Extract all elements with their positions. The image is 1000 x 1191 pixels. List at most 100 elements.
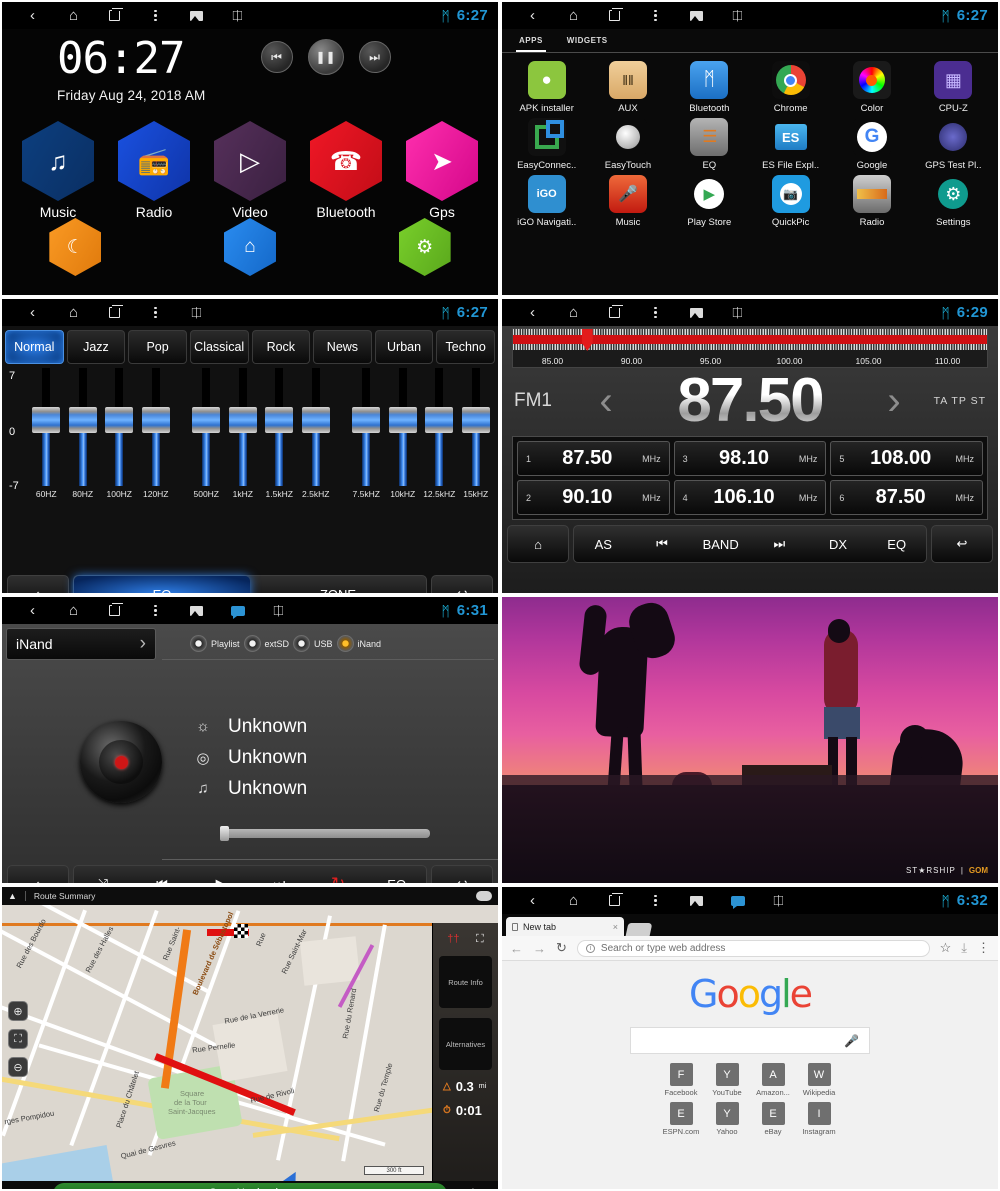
app-item-music[interactable]: 🎤 Music [587, 175, 668, 228]
eq-slider-120hz[interactable]: 120HZ [138, 368, 175, 499]
eq-preset-techno[interactable]: Techno [436, 330, 495, 364]
app-item-eq[interactable]: ☰ EQ [669, 118, 750, 171]
home-icon[interactable]: ⌂ [53, 603, 94, 618]
recents-icon[interactable] [94, 8, 135, 21]
app-item-chrome[interactable]: Chrome [750, 61, 831, 114]
home-icon[interactable]: ⌂ [553, 305, 594, 320]
sms-icon[interactable] [217, 605, 258, 619]
alternatives-button[interactable]: Alternatives [439, 1018, 492, 1070]
back-icon[interactable]: ‹ [512, 305, 553, 320]
seek-up-button[interactable]: ⏭ [750, 526, 809, 562]
app-item-aux[interactable]: ‖‖ AUX [587, 61, 668, 114]
address-bar[interactable]: i Search or type web address [576, 939, 930, 957]
recents-icon[interactable] [594, 8, 635, 21]
app-item-apk-installer[interactable]: ● APK installer [506, 61, 587, 114]
tune-down-button[interactable]: ‹ [586, 381, 626, 421]
band-button[interactable]: BAND [691, 526, 750, 562]
shortcut-video[interactable]: ▷ Video [210, 121, 290, 220]
source-option-inand[interactable]: iNand [336, 635, 381, 652]
start-navigation-button[interactable]: Start Navigation [53, 1183, 447, 1189]
shortcut-facebook[interactable]: F Facebook [658, 1063, 704, 1097]
seek-down-button[interactable]: ⏮ [633, 526, 692, 562]
eq-preset-urban[interactable]: Urban [374, 330, 434, 364]
home-icon[interactable]: ⌂ [53, 305, 94, 320]
shortcut-ebay[interactable]: EeBay [750, 1102, 796, 1136]
home-icon[interactable]: ⌂ [553, 893, 594, 908]
progress-handle[interactable] [220, 826, 229, 841]
shortcut-wikipedia[interactable]: W Wikipedia [796, 1063, 842, 1097]
sms-icon[interactable] [717, 895, 758, 909]
shortcut-espn[interactable]: E ESPN.com [658, 1102, 704, 1136]
image-icon[interactable] [676, 307, 717, 318]
image-icon[interactable] [176, 10, 217, 21]
preset-6[interactable]: 6 87.50 MHz [830, 480, 983, 515]
menu-icon[interactable]: ⋮ [977, 940, 990, 956]
source-selector[interactable]: iNand › [6, 628, 156, 660]
back-icon[interactable]: ‹ [512, 893, 553, 908]
app-item-play-store[interactable]: ▶ Play Store [669, 175, 750, 228]
back-icon[interactable]: ‹ [12, 305, 53, 320]
zone-tab-button[interactable]: ZONE [250, 576, 426, 594]
image-icon[interactable] [176, 605, 217, 616]
eq-slider-10khz[interactable]: 10kHZ [385, 368, 422, 499]
overflow-icon[interactable] [635, 9, 676, 22]
browser-tab[interactable]: New tab × [506, 917, 624, 936]
eq-button[interactable]: EQ [867, 526, 926, 562]
shortcut-bluetooth[interactable]: ☎ Bluetooth [306, 121, 386, 220]
autoscan-button[interactable]: AS [574, 526, 633, 562]
radio-tuner-scale[interactable]: 85.00 90.00 95.00 100.00 105.00 110.00 [512, 328, 988, 368]
forward-icon[interactable]: → [533, 941, 546, 956]
shortcut-youtube[interactable]: Y YouTube [704, 1063, 750, 1097]
zoom-out-button[interactable]: ⊖ [8, 1057, 28, 1077]
shuffle-button[interactable]: ⤨ [74, 866, 133, 883]
search-box[interactable]: 🎤 [630, 1027, 870, 1054]
home-icon[interactable]: ⌂ [53, 8, 94, 23]
home-button[interactable]: ⌂ [7, 865, 69, 883]
back-icon[interactable]: ‹ [12, 603, 53, 618]
app-item-radio[interactable]: Radio [831, 175, 912, 228]
eq-slider-500hz[interactable]: 500HZ [188, 368, 225, 499]
eq-slider-1-5khz[interactable]: 1.5kHZ [261, 368, 298, 499]
home-button[interactable]: ⌂ [507, 525, 569, 563]
home-icon[interactable]: ⌂ [223, 218, 276, 276]
shortcut-amazon[interactable]: A Amazon... [750, 1063, 796, 1097]
overflow-icon[interactable] [635, 306, 676, 319]
app-item-google[interactable]: G Google [831, 118, 912, 171]
speech-bubble-icon[interactable] [476, 891, 492, 901]
app-item-bluetooth[interactable]: ᛗ Bluetooth [669, 61, 750, 114]
eq-slider-80hz[interactable]: 80HZ [65, 368, 102, 499]
recenter-button[interactable]: ⛶ [8, 1029, 28, 1049]
download-icon[interactable]: ⤓ [961, 940, 967, 956]
next-track-button[interactable]: ⏭ [358, 41, 391, 73]
recents-icon[interactable] [594, 305, 635, 318]
image-icon[interactable] [676, 895, 717, 906]
eq-slider-1khz[interactable]: 1kHZ [225, 368, 262, 499]
eq-button[interactable]: EQ [367, 866, 426, 884]
play-pause-button[interactable]: ❚❚ [307, 39, 344, 75]
app-item-settings[interactable]: ⚙ Settings [913, 175, 994, 228]
panel-video-playback[interactable]: ST★RSHIP | GOM [500, 595, 1000, 885]
bookmark-icon[interactable]: ☆ [940, 940, 952, 956]
overflow-icon[interactable] [135, 306, 176, 319]
source-option-playlist[interactable]: Playlist [190, 635, 240, 652]
recents-icon[interactable] [94, 305, 135, 318]
shortcut-gps[interactable]: ➤ Gps [402, 121, 482, 220]
back-button[interactable]: ↩ [431, 865, 493, 883]
map-back-button[interactable]: ← [4, 1187, 50, 1190]
eq-slider-12-5khz[interactable]: 12.5kHZ [421, 368, 458, 499]
eq-preset-classical[interactable]: Classical [189, 330, 249, 364]
shortcut-yahoo[interactable]: Y Yahoo [704, 1102, 750, 1136]
overflow-icon[interactable] [135, 9, 176, 22]
app-item-easyconnected[interactable]: EasyConnec.. [506, 118, 587, 171]
preset-1[interactable]: 1 87.50 MHz [517, 441, 670, 476]
eq-slider-2-5khz[interactable]: 2.5kHZ [298, 368, 335, 499]
video-frame[interactable]: ST★RSHIP | GOM [502, 597, 998, 883]
shortcut-radio[interactable]: 📻 Radio [114, 121, 194, 220]
repeat-button[interactable]: ↻ [309, 866, 368, 883]
shortcut-instagram[interactable]: I Instagram [796, 1102, 842, 1136]
up-arrow-icon[interactable]: ▲ [8, 891, 17, 901]
back-icon[interactable]: ← [510, 941, 523, 956]
progress-slider[interactable] [220, 826, 430, 841]
source-option-extsd[interactable]: extSD [243, 635, 289, 652]
preset-3[interactable]: 3 98.10 MHz [673, 441, 827, 476]
